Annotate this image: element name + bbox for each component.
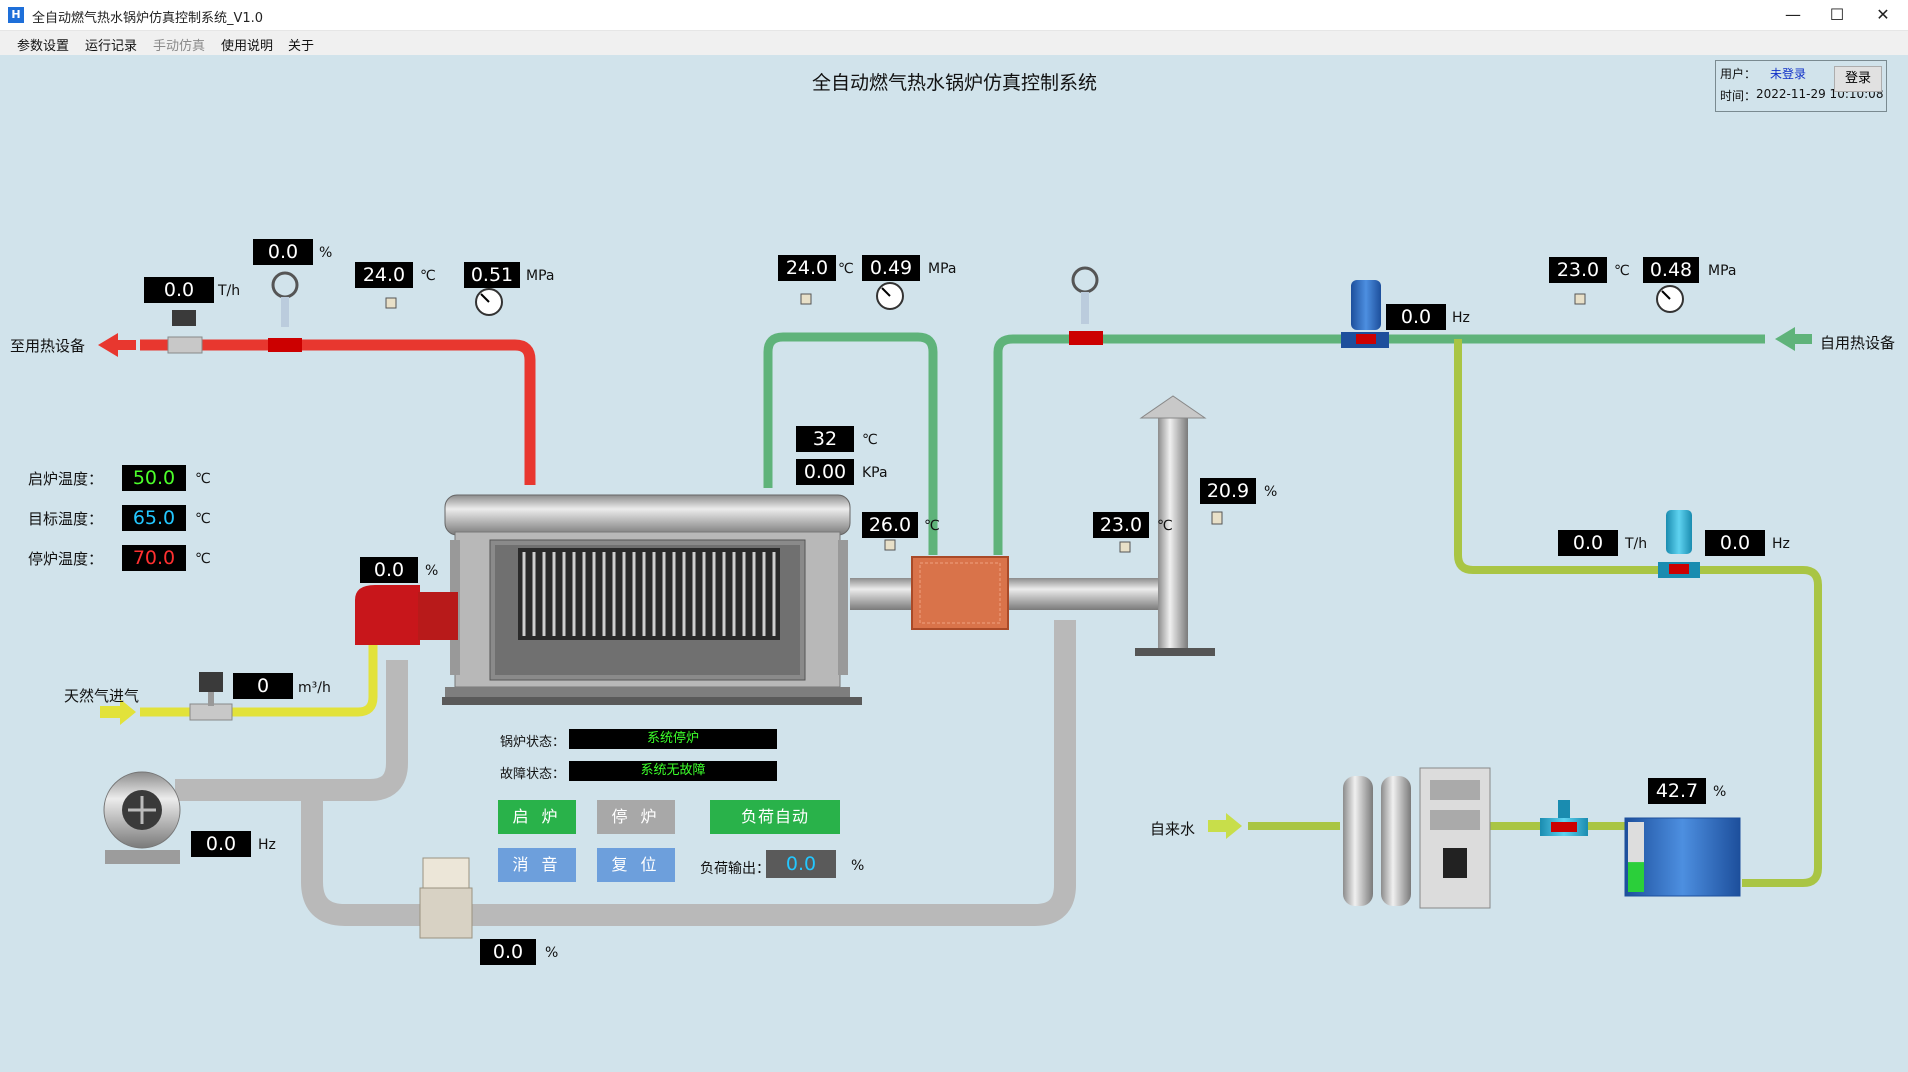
outlet-flow-readout: 0.0 xyxy=(144,277,214,303)
stop-temp-unit: ℃ xyxy=(195,551,211,567)
boiler-pressure-unit: KPa xyxy=(862,465,888,481)
chimney-temp-readout: 23.0 xyxy=(1093,512,1149,538)
chimney-temp-unit: ℃ xyxy=(1157,518,1173,534)
flue-temp-readout: 26.0 xyxy=(862,512,918,538)
boiler-status-value: 系统停炉 xyxy=(569,729,777,749)
boiler-temp-unit: ℃ xyxy=(862,432,878,448)
fault-status-value: 系统无故障 xyxy=(569,761,777,781)
target-temp-value: 65.0 xyxy=(122,505,186,531)
load-output-value: 0.0 xyxy=(766,850,836,878)
outlet-flow-unit: T/h xyxy=(218,283,241,299)
user-value: 未登录 xyxy=(1770,67,1807,81)
fan-frequency-readout: 0.0 xyxy=(191,831,251,857)
circulation-pump-icon xyxy=(1341,280,1389,348)
return-pressure-gauge-icon xyxy=(876,282,904,310)
circ-pump-freq-readout: 0.0 xyxy=(1386,304,1446,330)
time-label: 时间： xyxy=(1720,89,1757,103)
return-pressure-readout: 0.49 xyxy=(862,255,920,281)
target-temp-unit: ℃ xyxy=(195,511,211,527)
burner xyxy=(355,585,458,645)
start-boiler-button[interactable]: 启 炉 xyxy=(498,800,576,834)
user-label: 用户： xyxy=(1720,67,1757,81)
process-diagram xyxy=(98,266,1822,939)
arrow-in-icon xyxy=(1775,327,1812,351)
arrow-out-icon xyxy=(98,333,136,357)
tank-level-readout: 42.7 xyxy=(1648,778,1706,804)
outlet-pressure-unit: MPa xyxy=(526,268,555,284)
tank-level-unit: % xyxy=(1713,784,1727,800)
oxygen-readout: 20.9 xyxy=(1200,478,1256,504)
air-damper-unit: % xyxy=(545,945,559,961)
load-auto-button[interactable]: 负荷自动 xyxy=(710,800,840,834)
boiler-body xyxy=(442,494,862,705)
oxygen-unit: % xyxy=(1264,484,1278,500)
inlet-label: 自用热设备 xyxy=(1820,334,1896,352)
blower-fan-icon xyxy=(103,771,181,864)
gas-flowmeter-icon xyxy=(189,672,233,721)
economizer xyxy=(911,556,1009,630)
gas-flow-readout: 0 xyxy=(233,673,293,699)
start-temp-label: 启炉温度： xyxy=(28,470,104,488)
inlet-temp-readout: 23.0 xyxy=(1549,257,1607,283)
air-damper-readout: 0.0 xyxy=(480,939,536,965)
inlet-pressure-unit: MPa xyxy=(1708,263,1737,279)
start-temp-unit: ℃ xyxy=(195,471,211,487)
return-temp-readout: 24.0 xyxy=(778,255,836,281)
stop-temp-value: 70.0 xyxy=(122,545,186,571)
flue-temp-unit: ℃ xyxy=(924,518,940,534)
hot-water-pipe xyxy=(140,339,536,485)
fan-frequency-unit: Hz xyxy=(258,837,276,853)
boiler-pressure-readout: 0.00 xyxy=(796,459,854,485)
outlet-pressure-readout: 0.51 xyxy=(464,262,520,288)
stop-boiler-button[interactable]: 停 炉 xyxy=(597,800,675,834)
boiler-temp-readout: 32 xyxy=(796,426,854,452)
makeup-pump-icon xyxy=(1658,510,1700,578)
outlet-temp-readout: 24.0 xyxy=(355,262,413,288)
makeup-flow-unit: T/h xyxy=(1625,536,1648,552)
outlet-control-valve-icon xyxy=(268,271,302,352)
water-treatment-unit xyxy=(1343,767,1491,909)
reset-button[interactable]: 复 位 xyxy=(597,848,675,882)
silence-button[interactable]: 消 音 xyxy=(498,848,576,882)
outlet-flowmeter-icon xyxy=(167,310,203,354)
tapwater-arrow-icon xyxy=(1208,813,1242,839)
stop-temp-label: 停炉温度： xyxy=(28,550,104,568)
start-temp-value: 50.0 xyxy=(122,465,186,491)
page-title: 全自动燃气热水锅炉仿真控制系统 xyxy=(812,72,1098,94)
water-tank xyxy=(1624,817,1741,897)
user-panel: 用户： 未登录 时间： 2022-11-29 10:10:08 登录 xyxy=(1715,60,1887,112)
burner-valve-readout: 0.0 xyxy=(360,557,418,583)
makeup-valve-icon xyxy=(1540,800,1588,836)
gas-flow-unit: m³/h xyxy=(298,680,331,696)
inlet-pressure-gauge-icon xyxy=(1656,285,1684,313)
login-button[interactable]: 登录 xyxy=(1834,66,1882,92)
target-temp-label: 目标温度： xyxy=(28,510,104,528)
load-output-unit: % xyxy=(851,858,865,874)
inlet-pressure-readout: 0.48 xyxy=(1643,257,1699,283)
return-temp-unit: ℃ xyxy=(838,261,854,277)
outlet-valve-readout: 0.0 xyxy=(253,239,313,265)
outlet-pressure-gauge-icon xyxy=(475,288,503,316)
outlet-label: 至用热设备 xyxy=(10,337,86,355)
outlet-temp-unit: ℃ xyxy=(420,268,436,284)
return-control-valve-icon xyxy=(1069,266,1103,345)
fault-status-label: 故障状态： xyxy=(500,767,566,782)
tapwater-label: 自来水 xyxy=(1150,820,1196,838)
load-output-label: 负荷输出： xyxy=(700,861,770,877)
gas-label: 天然气进气 xyxy=(64,687,140,705)
makeup-flow-readout: 0.0 xyxy=(1558,530,1618,556)
air-damper-icon xyxy=(419,857,473,939)
makeup-pump-freq-readout: 0.0 xyxy=(1705,530,1765,556)
return-pressure-unit: MPa xyxy=(928,261,957,277)
outlet-valve-unit: % xyxy=(319,245,333,261)
circ-pump-freq-unit: Hz xyxy=(1452,310,1470,326)
inlet-temp-unit: ℃ xyxy=(1614,263,1630,279)
makeup-water-pipe xyxy=(1248,339,1822,887)
makeup-pump-freq-unit: Hz xyxy=(1772,536,1790,552)
boiler-status-label: 锅炉状态： xyxy=(500,735,566,750)
burner-valve-unit: % xyxy=(425,563,439,579)
